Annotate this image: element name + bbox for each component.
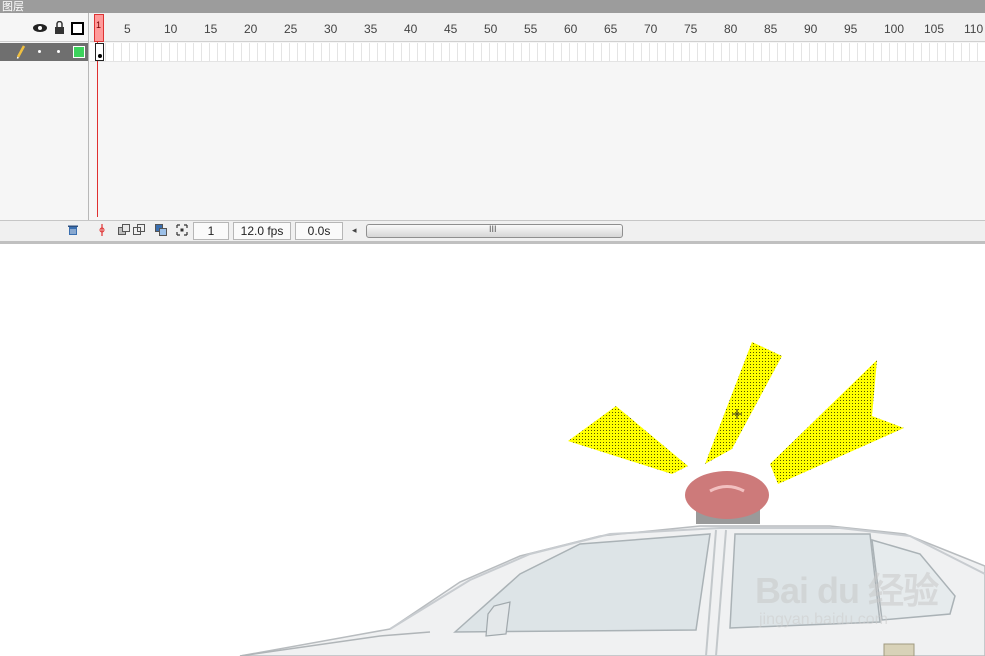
ruler-label: 70	[644, 22, 658, 36]
stage-canvas[interactable]: Bai du 经验 jingyan.baidu.com	[0, 244, 985, 656]
ruler-label: 20	[244, 22, 258, 36]
frame-ruler[interactable]: 5 10 15 20 25 30 35 40 45 50 55 60 65 70…	[90, 13, 985, 42]
frame-area[interactable]: 5 10 15 20 25 30 35 40 45 50 55 60 65 70…	[90, 13, 985, 220]
timeline-panel: 5 10 15 20 25 30 35 40 45 50 55 60 65 70…	[0, 13, 985, 243]
keyframe-1[interactable]	[95, 43, 104, 61]
layer-header	[0, 13, 88, 42]
ruler-label: 35	[364, 22, 378, 36]
modify-markers-icon[interactable]	[176, 224, 188, 236]
eye-icon[interactable]	[32, 21, 48, 35]
timeline-statusbar: 1 12.0 fps 0.0s ◂ III	[0, 220, 985, 242]
scroll-grip: III	[489, 224, 497, 234]
watermark-brand: Bai du 经验	[755, 570, 939, 611]
edit-multiple-frames-icon[interactable]	[155, 224, 167, 236]
ruler-label: 55	[524, 22, 538, 36]
outline-icon[interactable]	[71, 21, 84, 35]
horizontal-scrollbar[interactable]: III	[366, 224, 623, 238]
ruler-label: 45	[444, 22, 458, 36]
lock-dot[interactable]	[57, 50, 60, 53]
pencil-icon	[16, 45, 26, 59]
flash-ray-center[interactable]	[705, 342, 782, 464]
panel-titlebar: 图层	[0, 0, 985, 13]
current-frame-field[interactable]: 1	[193, 222, 229, 240]
scroll-left-arrow[interactable]: ◂	[352, 225, 357, 236]
ruler-label: 50	[484, 22, 498, 36]
onion-skin-outlines-icon[interactable]	[133, 224, 145, 236]
ruler-label: 65	[604, 22, 618, 36]
layer-outline-color[interactable]	[73, 46, 85, 58]
ruler-label: 110	[964, 22, 984, 36]
flash-ray-left[interactable]	[568, 406, 688, 474]
frame-cells[interactable]	[90, 43, 985, 62]
panel-title: 图层	[2, 1, 24, 13]
ruler-label: 105	[924, 22, 945, 36]
visibility-dot[interactable]	[38, 50, 41, 53]
elapsed-time-field: 0.0s	[295, 222, 343, 240]
ruler-label: 80	[724, 22, 738, 36]
watermark-url: jingyan.baidu.com	[759, 611, 888, 628]
ruler-label: 85	[764, 22, 778, 36]
flash-ray-right[interactable]	[770, 360, 904, 484]
trash-icon[interactable]	[67, 224, 79, 236]
ruler-label: 75	[684, 22, 698, 36]
center-frame-icon[interactable]	[96, 224, 108, 236]
lock-icon[interactable]	[54, 21, 65, 35]
ruler-label: 90	[804, 22, 818, 36]
layer-row-selected[interactable]	[0, 43, 88, 61]
ruler-label: 25	[284, 22, 298, 36]
layer-list	[0, 13, 89, 220]
playhead-marker[interactable]: 1	[94, 14, 104, 42]
ruler-label: 15	[204, 22, 218, 36]
ruler-label: 5	[124, 22, 131, 36]
playhead-line	[97, 41, 98, 217]
playhead-frame-label: 1	[96, 20, 102, 30]
frame-rate-field[interactable]: 12.0 fps	[233, 222, 291, 240]
ruler-label: 40	[404, 22, 418, 36]
onion-skin-icon[interactable]	[118, 224, 130, 236]
ruler-label: 60	[564, 22, 578, 36]
car-door-handle[interactable]	[883, 643, 915, 656]
ruler-label: 10	[164, 22, 178, 36]
siren-light[interactable]	[685, 471, 769, 519]
baidu-watermark: Bai du 经验 jingyan.baidu.com	[755, 562, 955, 632]
ruler-label: 95	[844, 22, 858, 36]
ruler-label: 30	[324, 22, 338, 36]
ruler-label: 100	[884, 22, 905, 36]
